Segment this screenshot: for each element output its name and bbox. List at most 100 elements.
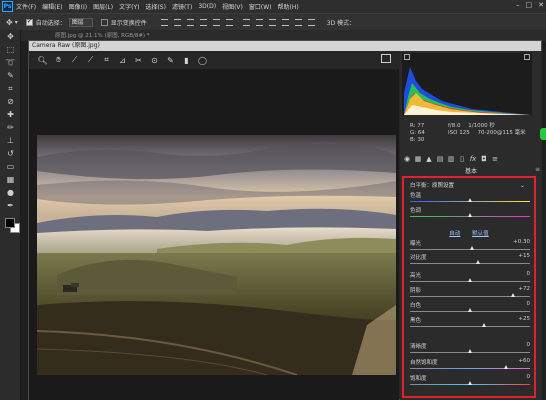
- slider-shadows[interactable]: 阴影 +72: [410, 286, 530, 300]
- detail-tab-icon[interactable]: ▲: [425, 155, 433, 163]
- maximize-button[interactable]: □: [526, 1, 533, 9]
- move-tool-icon[interactable]: ✥: [0, 30, 21, 43]
- slider-track[interactable]: [410, 278, 530, 282]
- quick-select-tool-icon[interactable]: ✎: [0, 69, 21, 82]
- panel-menu-icon[interactable]: ≡: [535, 166, 540, 173]
- slider-value[interactable]: +15: [518, 253, 530, 259]
- slider-value[interactable]: 0: [527, 342, 531, 348]
- slider-thumb[interactable]: [481, 323, 486, 327]
- tool-preset-chevron-icon[interactable]: ▾: [15, 19, 18, 26]
- slider-value[interactable]: +25: [518, 316, 530, 322]
- slider-thumb[interactable]: [467, 213, 472, 217]
- adjustment-brush-icon[interactable]: ✎: [165, 55, 176, 66]
- menu-select[interactable]: 选择(S): [142, 2, 169, 11]
- marquee-tool-icon[interactable]: ⬚: [0, 43, 21, 56]
- slider-saturation[interactable]: 饱和度 0: [410, 374, 530, 388]
- align-vcenter-icon[interactable]: [173, 18, 181, 26]
- distribute-bottom-icon[interactable]: [268, 18, 276, 26]
- slider-track[interactable]: [410, 198, 530, 202]
- color-swatches[interactable]: [5, 218, 21, 234]
- zoom-icon[interactable]: 🔍︎: [37, 55, 48, 66]
- slider-highlights[interactable]: 高光 0: [410, 271, 530, 285]
- toggle-fullscreen-icon[interactable]: [381, 54, 391, 63]
- slider-value[interactable]: +60: [518, 358, 530, 364]
- slider-value[interactable]: 0: [527, 301, 531, 307]
- menu-image[interactable]: 图像(I): [66, 2, 90, 11]
- menu-type[interactable]: 文字(Y): [116, 2, 142, 11]
- white-balance-icon[interactable]: ⟋: [69, 55, 80, 66]
- slider-track[interactable]: [410, 323, 530, 327]
- slider-thumb[interactable]: [503, 365, 508, 369]
- slider-value[interactable]: +72: [518, 286, 530, 292]
- slider-track[interactable]: [410, 246, 530, 250]
- align-hcenter-icon[interactable]: [212, 18, 220, 26]
- slider-thumb[interactable]: [467, 198, 472, 202]
- slider-track[interactable]: [410, 349, 530, 353]
- slider-vibrance[interactable]: 自然饱和度 +60: [410, 358, 530, 372]
- menu-filter[interactable]: 滤镜(T): [169, 2, 195, 11]
- slider-temperature[interactable]: 色温: [410, 191, 530, 205]
- clone-stamp-icon[interactable]: ⊥: [0, 134, 21, 147]
- distribute-left-icon[interactable]: [281, 18, 289, 26]
- align-right-icon[interactable]: [225, 18, 233, 26]
- distribute-vcenter-icon[interactable]: [255, 18, 263, 26]
- straighten-icon[interactable]: ⊿: [117, 55, 128, 66]
- slider-thumb[interactable]: [467, 349, 472, 353]
- red-eye-icon[interactable]: ⊙: [149, 55, 160, 66]
- slider-thumb[interactable]: [467, 381, 472, 385]
- history-brush-icon[interactable]: ↺: [0, 147, 21, 160]
- slider-contrast[interactable]: 对比度 +15: [410, 253, 530, 267]
- slider-whites[interactable]: 白色 0: [410, 301, 530, 315]
- align-bottom-icon[interactable]: [186, 18, 194, 26]
- split-toning-tab-icon[interactable]: ▥: [447, 155, 455, 163]
- white-balance-dropdown[interactable]: 原照设置 ⌄: [432, 181, 530, 189]
- camera-calibration-tab-icon[interactable]: ◘: [480, 155, 488, 163]
- menu-window[interactable]: 窗口(W): [246, 2, 275, 11]
- slider-thumb[interactable]: [475, 260, 480, 264]
- distribute-top-icon[interactable]: [242, 18, 250, 26]
- highlight-clipping-icon[interactable]: [524, 54, 530, 60]
- menu-edit[interactable]: 编辑(E): [39, 2, 65, 11]
- presets-tab-icon[interactable]: ≡: [491, 155, 499, 163]
- slider-thumb[interactable]: [467, 278, 472, 282]
- hand-icon[interactable]: ✋︎: [53, 55, 64, 66]
- brush-tool-icon[interactable]: ✏: [0, 121, 21, 134]
- fx-tab-icon[interactable]: fx: [469, 155, 477, 163]
- slider-tint[interactable]: 色调: [410, 206, 530, 220]
- gradient-tool-icon[interactable]: ▦: [0, 173, 21, 186]
- dodge-tool-icon[interactable]: ●: [0, 186, 21, 199]
- menu-layer[interactable]: 图层(L): [90, 2, 116, 11]
- slider-track[interactable]: [410, 260, 530, 264]
- eraser-tool-icon[interactable]: ▭: [0, 160, 21, 173]
- menu-help[interactable]: 帮助(H): [275, 2, 302, 11]
- auto-select-checkbox[interactable]: [25, 17, 33, 26]
- slider-blacks[interactable]: 黑色 +25: [410, 316, 530, 330]
- panel-collapse-tab[interactable]: [540, 128, 546, 140]
- slider-track[interactable]: [410, 308, 530, 312]
- slider-track[interactable]: [410, 381, 530, 385]
- distribute-hcenter-icon[interactable]: [294, 18, 302, 26]
- lens-tab-icon[interactable]: ▯: [458, 155, 466, 163]
- menu-view[interactable]: 视图(V): [219, 2, 246, 11]
- lasso-tool-icon[interactable]: ➰: [0, 56, 21, 69]
- slider-value[interactable]: 0: [527, 374, 531, 380]
- slider-value[interactable]: +0.30: [513, 239, 530, 245]
- auto-button[interactable]: 自动: [449, 231, 460, 237]
- color-sampler-icon[interactable]: ⟋: [85, 55, 96, 66]
- slider-value[interactable]: 0: [527, 271, 531, 277]
- slider-thumb[interactable]: [467, 308, 472, 312]
- slider-exposure[interactable]: 曝光 +0.30: [410, 239, 530, 253]
- distribute-right-icon[interactable]: [307, 18, 315, 26]
- slider-track[interactable]: [410, 365, 530, 369]
- crop-tool-icon[interactable]: ⌗: [0, 82, 21, 95]
- shadow-clipping-icon[interactable]: [404, 54, 410, 60]
- radial-filter-icon[interactable]: ◯: [197, 55, 208, 66]
- auto-select-dropdown[interactable]: 图层: [68, 17, 93, 27]
- basic-tab-icon[interactable]: ◉: [403, 155, 411, 163]
- slider-clarity[interactable]: 清晰度 0: [410, 342, 530, 356]
- hsl-tab-icon[interactable]: ▤: [436, 155, 444, 163]
- menu-file[interactable]: 文件(F): [13, 2, 39, 11]
- tone-curve-tab-icon[interactable]: ▦: [414, 155, 422, 163]
- slider-track[interactable]: [410, 213, 530, 217]
- slider-thumb[interactable]: [510, 293, 515, 297]
